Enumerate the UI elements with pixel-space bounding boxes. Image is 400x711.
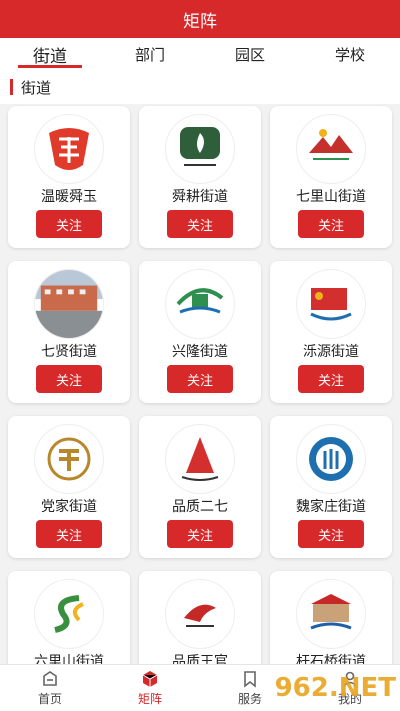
page-title: 矩阵 [183,11,217,32]
home-icon [41,670,59,688]
account-card[interactable]: 党家街道 关注 [8,416,130,558]
party-flag-logo-icon [296,269,366,339]
follow-button[interactable]: 关注 [167,365,233,393]
category-tabs: 街道 部门 园区 学校 [0,38,400,70]
account-name: 杆石桥街道 [296,654,366,664]
bottom-tab-bar: 首页 矩阵 服务 我的 [0,664,400,711]
follow-button[interactable]: 关注 [36,520,102,548]
account-card[interactable]: 品质王官 [139,571,261,664]
follow-button[interactable]: 关注 [36,365,102,393]
gate-logo-icon [296,579,366,649]
user-icon [341,670,359,688]
building-photo-icon [34,269,104,339]
account-name: 兴隆街道 [172,344,228,360]
sail-logo-icon [165,424,235,494]
follow-button[interactable]: 关注 [36,210,102,238]
account-name: 六里山街道 [34,654,104,664]
account-card[interactable]: 七里山街道 关注 [270,106,392,248]
account-card[interactable]: 品质二七 关注 [139,416,261,558]
crane-logo-icon [165,114,235,184]
account-name: 七里山街道 [296,189,366,205]
tab-school[interactable]: 学校 [300,38,400,70]
cube-icon [141,670,159,688]
tab-label: 部门 [134,45,165,64]
account-name: 品质王官 [172,654,228,664]
account-card[interactable]: 兴隆街道 关注 [139,261,261,403]
tab-label: 学校 [334,45,365,64]
tab-street[interactable]: 街道 [0,38,100,70]
account-name: 魏家庄街道 [296,499,366,515]
account-name: 七贤街道 [41,344,97,360]
account-grid: 温暖舜玉 关注 舜耕街道 关注 七里山街道 关注 七贤街道 关注 兴隆街道 关注 [0,104,400,664]
follow-button[interactable]: 关注 [167,210,233,238]
green-s-logo-icon [34,579,104,649]
mountain-logo-icon [296,114,366,184]
tabbar-label: 服务 [237,691,262,706]
tab-label: 园区 [234,45,265,64]
tabbar-mine[interactable]: 我的 [300,665,400,711]
account-name: 泺源街道 [303,344,359,360]
tabbar-label: 首页 [37,691,62,706]
section-accent-bar [10,79,13,95]
account-name: 温暖舜玉 [41,189,97,205]
follow-button[interactable]: 关注 [298,520,364,548]
account-name: 舜耕街道 [172,189,228,205]
account-card[interactable]: 杆石桥街道 [270,571,392,664]
green-swoosh-logo-icon [165,269,235,339]
account-name: 品质二七 [172,499,228,515]
account-name: 党家街道 [41,499,97,515]
tabbar-home[interactable]: 首页 [0,665,100,711]
account-card[interactable]: 舜耕街道 关注 [139,106,261,248]
follow-button[interactable]: 关注 [167,520,233,548]
account-card[interactable]: 七贤街道 关注 [8,261,130,403]
section-header: 街道 [0,70,400,104]
account-card[interactable]: 温暖舜玉 关注 [8,106,130,248]
red-bird-logo-icon [165,579,235,649]
tab-park[interactable]: 园区 [200,38,300,70]
follow-button[interactable]: 关注 [298,365,364,393]
tabbar-matrix[interactable]: 矩阵 [100,665,200,711]
top-bar: 矩阵 [0,0,400,38]
shun-character-logo-icon [34,114,104,184]
tab-label: 街道 [33,46,67,67]
tab-department[interactable]: 部门 [100,38,200,70]
section-title: 街道 [21,78,52,97]
account-card[interactable]: 魏家庄街道 关注 [270,416,392,558]
follow-button[interactable]: 关注 [298,210,364,238]
account-card[interactable]: 泺源街道 关注 [270,261,392,403]
account-card[interactable]: 六里山街道 [8,571,130,664]
bookmark-icon [241,670,259,688]
tabbar-label: 矩阵 [137,691,162,706]
dang-character-logo-icon [34,424,104,494]
tabbar-label: 我的 [337,691,362,706]
blue-circle-logo-icon [296,424,366,494]
tabbar-service[interactable]: 服务 [200,665,300,711]
